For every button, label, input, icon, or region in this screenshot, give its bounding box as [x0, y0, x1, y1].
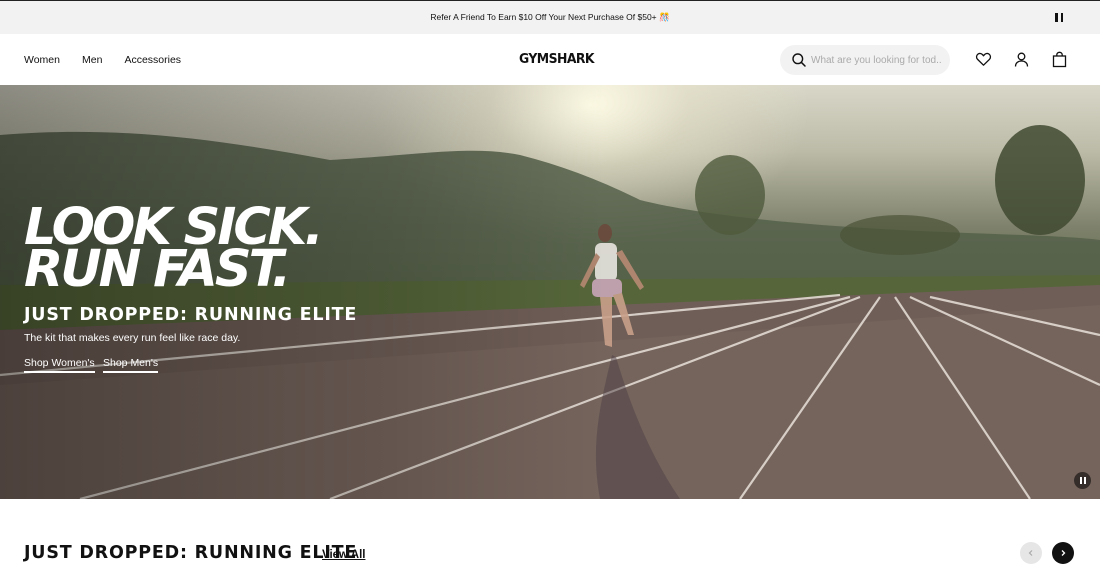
category-nav: Women Men Accessories [24, 34, 181, 85]
hero-headline: LOOK SICK. RUN FAST. [24, 202, 324, 299]
logo[interactable]: GYMSHARK [519, 51, 595, 67]
shop-womens-link[interactable]: Shop Women's [24, 357, 95, 373]
nav-link-accessories[interactable]: Accessories [124, 54, 181, 66]
section-title: JUST DROPPED: RUNNING ELITE [24, 543, 358, 563]
search-icon[interactable] [791, 52, 807, 68]
announcement-text: Refer A Friend To Earn $10 Off Your Next… [430, 12, 670, 22]
view-all-link[interactable]: View All [322, 549, 365, 561]
search-bar[interactable] [780, 45, 950, 75]
chevron-right-icon [1061, 550, 1066, 556]
bag-icon[interactable] [1051, 51, 1068, 68]
carousel-next-button[interactable] [1052, 542, 1074, 564]
hero-subheading: JUST DROPPED: RUNNING ELITE [24, 305, 358, 325]
nav-link-women[interactable]: Women [24, 54, 60, 66]
heart-icon[interactable] [975, 51, 992, 68]
chevron-left-icon [1028, 550, 1033, 556]
announcement-bar: Refer A Friend To Earn $10 Off Your Next… [0, 0, 1100, 34]
search-input[interactable] [811, 51, 941, 69]
hero-headline-line-2: RUN FAST. [24, 240, 291, 299]
nav-link-men[interactable]: Men [82, 54, 102, 66]
hero-banner: LOOK SICK. RUN FAST. JUST DROPPED: RUNNI… [0, 85, 1100, 499]
hero-description: The kit that makes every run feel like r… [24, 332, 241, 344]
video-pause-button[interactable] [1074, 472, 1091, 489]
user-icon[interactable] [1013, 51, 1030, 68]
shop-mens-link[interactable]: Shop Men's [103, 357, 159, 373]
carousel-prev-button[interactable] [1020, 542, 1042, 564]
pause-icon[interactable] [1055, 13, 1063, 22]
